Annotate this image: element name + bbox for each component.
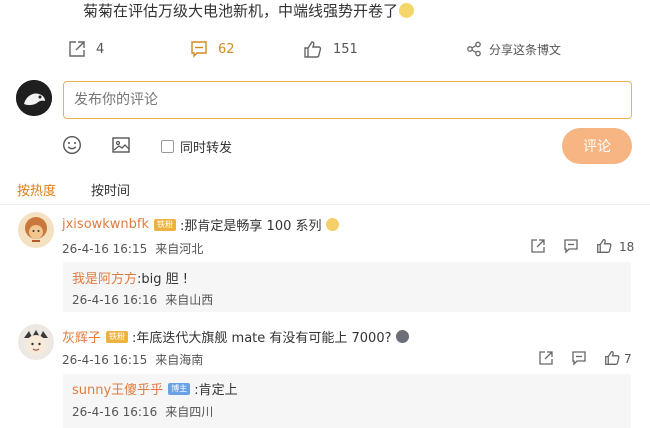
thumbs-up-icon	[605, 350, 620, 365]
emoji-icon	[325, 218, 339, 231]
reply-header: sunny王傻乎乎 博主 :肯定上	[72, 379, 238, 398]
comment-icon	[191, 41, 207, 58]
comment-count: 62	[218, 41, 235, 57]
comment-username[interactable]: 灰辉子	[62, 327, 101, 346]
comment-header: jxisowkwnbfk 铁粉 :那肯定是畅享 100 系列	[62, 215, 339, 234]
comment-input[interactable]	[63, 81, 632, 119]
reply-meta: 26-4-16 16:16 来自山西	[72, 291, 213, 308]
blogger-badge: 博主	[168, 382, 191, 395]
user-avatar-icon	[16, 80, 52, 116]
comment-button[interactable]: 62	[190, 36, 235, 62]
reply-header: 我是阿方方 :big 胆 !	[72, 268, 188, 287]
sort-by-hot-tab[interactable]: 按热度	[17, 180, 56, 199]
post-text: 菊菊在评估万级大电池新机，中端线强势开卷了	[83, 0, 415, 21]
post-actions: 4 62 151 分享这条博文	[0, 36, 650, 62]
reply-location: 来自山西	[165, 293, 214, 307]
share-button[interactable]: 分享这条博文	[466, 36, 561, 62]
repost-icon	[531, 239, 545, 253]
comment-username[interactable]: jxisowkwnbfk	[62, 217, 149, 232]
repost-count: 4	[96, 41, 105, 57]
share-label: 分享这条博文	[489, 42, 562, 57]
smiley-icon	[62, 135, 82, 155]
current-user-avatar[interactable]	[16, 80, 52, 116]
repost-icon	[539, 351, 553, 365]
fan-badge: 铁粉	[106, 330, 129, 343]
thumbs-up-icon	[304, 41, 322, 58]
share-icon	[467, 41, 481, 57]
reply-time: 26-4-16 16:16	[72, 405, 158, 419]
image-icon	[112, 137, 130, 153]
like-button[interactable]: 151	[303, 36, 358, 62]
comment-icon	[564, 239, 578, 254]
reply-button[interactable]	[563, 238, 579, 258]
comment-text: :年底迭代大旗舰 mate 有没有可能上 7000?	[132, 331, 392, 346]
emoji-button[interactable]	[62, 135, 82, 159]
sort-by-time-tab[interactable]: 按时间	[91, 180, 130, 199]
comment-location: 来自河北	[155, 242, 204, 256]
submit-comment-button[interactable]: 评论	[562, 128, 632, 164]
repost-checkbox[interactable]	[161, 140, 174, 153]
repost-label: 同时转发	[180, 141, 233, 156]
image-button[interactable]	[111, 135, 131, 159]
emoji-icon	[399, 3, 415, 18]
avatar[interactable]	[18, 324, 54, 360]
comment-icon	[572, 351, 586, 366]
repost-icon	[69, 41, 85, 57]
reply-location: 来自四川	[165, 405, 214, 419]
reply-button[interactable]	[571, 350, 587, 370]
comment-time: 26-4-16 16:15	[62, 353, 148, 367]
repost-button[interactable]	[530, 238, 546, 258]
reply-text: :肯定上	[194, 383, 238, 398]
fan-badge: 铁粉	[154, 218, 177, 231]
like-count: 151	[333, 41, 358, 57]
reply-meta: 26-4-16 16:16 来自四川	[72, 403, 213, 420]
reply-username[interactable]: 我是阿方方	[72, 268, 137, 287]
repost-button[interactable]	[538, 350, 554, 370]
comment-text: :那肯定是畅享 100 系列	[180, 219, 322, 234]
comment-like-count: 18	[619, 240, 635, 254]
comment-meta: 26-4-16 16:15 来自河北	[62, 240, 203, 257]
divider	[0, 204, 650, 205]
avatar[interactable]	[18, 212, 54, 248]
comment-time: 26-4-16 16:15	[62, 242, 148, 256]
comment-like-count: 7	[624, 352, 632, 366]
comment-meta: 26-4-16 16:15 来自海南	[62, 351, 203, 368]
post-text-content: 菊菊在评估万级大电池新机，中端线强势开卷了	[83, 2, 399, 20]
repost-button[interactable]: 4	[68, 36, 104, 62]
comment-header: 灰辉子 铁粉 :年底迭代大旗舰 mate 有没有可能上 7000?	[62, 327, 409, 346]
user-avatar-icon	[18, 212, 54, 248]
comment-like-button[interactable]	[596, 237, 613, 258]
comment-location: 来自海南	[155, 353, 204, 367]
reply-text: :big 胆 !	[137, 272, 188, 287]
emoji-icon	[395, 330, 409, 343]
user-avatar-icon	[18, 324, 54, 360]
thumbs-up-icon	[597, 238, 612, 253]
reply-time: 26-4-16 16:16	[72, 293, 158, 307]
repost-toggle[interactable]: 同时转发	[161, 137, 232, 156]
comment-like-button[interactable]	[604, 349, 621, 370]
reply-username[interactable]: sunny王傻乎乎	[72, 379, 163, 398]
